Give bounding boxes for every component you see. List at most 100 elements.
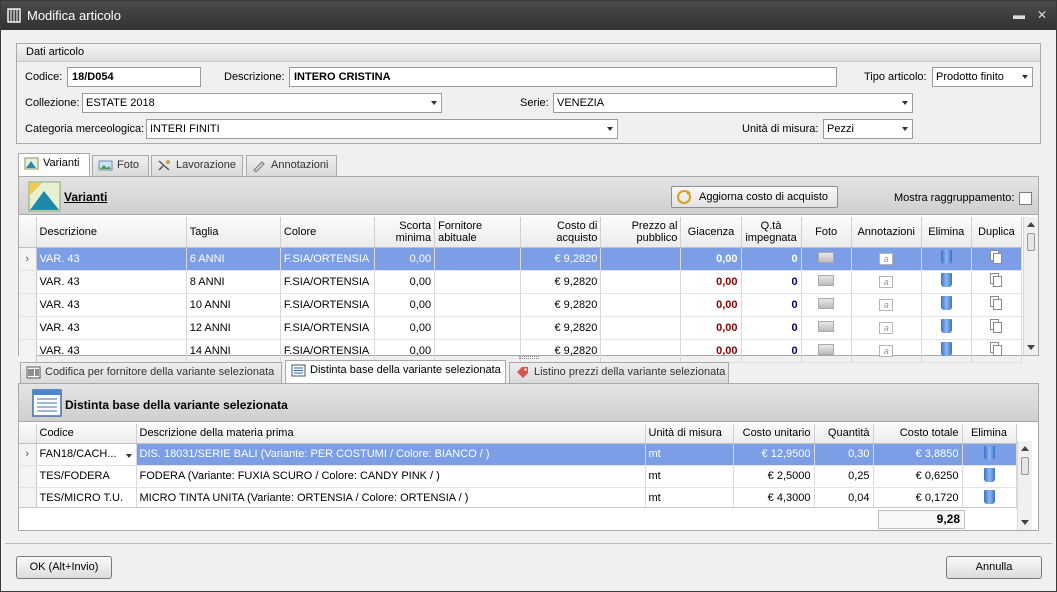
aggiorna-costo-button[interactable]: Aggiorna costo di acquisto (671, 186, 838, 208)
duplicate-icon[interactable] (989, 342, 1003, 356)
cell-duplica[interactable] (971, 316, 1023, 340)
cell-scorta-minima[interactable]: 0,00 (374, 247, 436, 271)
cell-quantita[interactable]: 0,30 (814, 443, 874, 466)
cell-taglia[interactable]: 6 ANNI (186, 247, 281, 271)
splitter-grip[interactable] (519, 356, 539, 359)
variante-row[interactable]: VAR. 43 12 ANNI F.SIA/ORTENSIA 0,00 € 9,2820… (19, 316, 1023, 340)
scroll-up-icon[interactable] (1027, 222, 1035, 227)
col-descrizione-materia[interactable]: Descrizione della materia prima (136, 424, 646, 444)
note-icon[interactable]: a (879, 252, 894, 265)
trash-icon[interactable] (940, 250, 952, 264)
cell-quantita[interactable]: 0,04 (814, 487, 874, 510)
cell-descrizione-materia[interactable]: FODERA (Variante: FUXIA SCURO / Colore: … (136, 465, 646, 488)
mostra-raggruppamento-checkbox[interactable] (1019, 192, 1032, 205)
cell-costo-acquisto[interactable]: € 9,2820 (520, 247, 602, 271)
note-icon[interactable]: a (879, 298, 894, 311)
tab-listino-prezzi[interactable]: Listino prezzi della variante selezionat… (509, 362, 729, 383)
cell-scorta-minima[interactable]: 0,00 (374, 293, 436, 317)
duplicate-icon[interactable] (989, 319, 1003, 333)
cell-costo-unitario[interactable]: € 4,3000 (733, 487, 815, 510)
cell-descrizione-materia[interactable]: MICRO TINTA UNITA (Variante: ORTENSIA / … (136, 487, 646, 510)
descrizione-field[interactable]: INTERO CRISTINA (289, 67, 837, 87)
trash-icon[interactable] (940, 273, 952, 287)
cell-fornitore[interactable] (434, 293, 522, 317)
cell-foto[interactable] (801, 339, 852, 363)
cell-annotazioni[interactable]: a (851, 270, 922, 294)
cell-foto[interactable] (801, 247, 852, 271)
distinta-scrollbar[interactable] (1017, 441, 1032, 530)
annulla-button[interactable]: Annulla (946, 556, 1042, 579)
cell-colore[interactable]: F.SIA/ORTENSIA (280, 247, 376, 271)
cell-descrizione[interactable]: VAR. 43 (36, 339, 187, 363)
tab-annotazioni[interactable]: Annotazioni (246, 155, 337, 176)
col-descrizione[interactable]: Descrizione (36, 217, 187, 248)
variante-row[interactable]: › VAR. 43 6 ANNI F.SIA/ORTENSIA 0,00 € 9,2820… (19, 247, 1023, 271)
photo-icon[interactable] (818, 274, 835, 286)
cell-elimina-materia[interactable] (962, 465, 1017, 488)
cell-colore[interactable]: F.SIA/ORTENSIA (280, 270, 376, 294)
cell-elimina[interactable] (921, 339, 972, 363)
col-costo-unitario[interactable]: Costo unitario (733, 424, 815, 444)
trash-icon[interactable] (983, 445, 995, 460)
trash-icon[interactable] (983, 467, 995, 482)
cell-taglia[interactable]: 14 ANNI (186, 339, 281, 363)
photo-icon[interactable] (818, 343, 835, 355)
col-quantita[interactable]: Quantità (814, 424, 874, 444)
cell-duplica[interactable] (971, 293, 1023, 317)
row-indicator[interactable] (19, 293, 37, 317)
col-elimina-materia[interactable]: Elimina (962, 424, 1017, 444)
cell-costo-unitario[interactable]: € 12,9500 (733, 443, 815, 466)
cell-annotazioni[interactable]: a (851, 293, 922, 317)
cell-descrizione[interactable]: VAR. 43 (36, 316, 187, 340)
col-scorta-minima[interactable]: Scorta minima (374, 217, 436, 248)
note-icon[interactable]: a (879, 344, 894, 357)
tab-lavorazione[interactable]: Lavorazione (151, 155, 243, 176)
cell-colore[interactable]: F.SIA/ORTENSIA (280, 339, 376, 363)
tipo-articolo-select[interactable]: Prodotto finito (932, 67, 1033, 87)
cell-annotazioni[interactable]: a (851, 339, 922, 363)
cell-unita-misura[interactable]: mt (645, 443, 734, 466)
col-fornitore-abituale[interactable]: Fornitore abituale (434, 217, 522, 248)
cell-costo-acquisto[interactable]: € 9,2820 (520, 293, 602, 317)
cell-elimina-materia[interactable] (962, 487, 1017, 510)
cell-descrizione[interactable]: VAR. 43 (36, 270, 187, 294)
cell-scorta-minima[interactable]: 0,00 (374, 339, 436, 363)
duplicate-icon[interactable] (989, 296, 1003, 310)
cell-descrizione-materia[interactable]: DIS. 18031/SERIE BALI (Variante: PER COS… (136, 443, 646, 466)
col-duplica[interactable]: Duplica (971, 217, 1023, 248)
cell-elimina[interactable] (921, 293, 972, 317)
cell-taglia[interactable]: 8 ANNI (186, 270, 281, 294)
note-icon[interactable]: a (879, 321, 894, 334)
cell-descrizione[interactable]: VAR. 43 (36, 293, 187, 317)
photo-icon[interactable] (818, 297, 835, 309)
cell-prezzo-pubblico[interactable] (600, 293, 682, 317)
cell-unita-misura[interactable]: mt (645, 487, 734, 510)
scroll-down-icon[interactable] (1027, 345, 1035, 350)
col-taglia[interactable]: Taglia (186, 217, 281, 248)
tab-foto[interactable]: Foto (92, 155, 149, 176)
cell-foto[interactable] (801, 270, 852, 294)
cell-scorta-minima[interactable]: 0,00 (374, 270, 436, 294)
row-indicator[interactable] (19, 270, 37, 294)
trash-icon[interactable] (940, 342, 952, 356)
col-prezzo-pubblico[interactable]: Prezzo al pubblico (600, 217, 682, 248)
cell-prezzo-pubblico[interactable] (600, 316, 682, 340)
duplicate-icon[interactable] (989, 250, 1003, 264)
col-foto[interactable]: Foto (801, 217, 852, 248)
cell-codice[interactable]: TES/FODERA (36, 465, 137, 488)
cell-elimina-materia[interactable] (962, 443, 1017, 466)
cell-colore[interactable]: F.SIA/ORTENSIA (280, 293, 376, 317)
cell-quantita[interactable]: 0,25 (814, 465, 874, 488)
cell-unita-misura[interactable]: mt (645, 465, 734, 488)
cell-elimina[interactable] (921, 247, 972, 271)
duplicate-icon[interactable] (989, 273, 1003, 287)
cell-duplica[interactable] (971, 270, 1023, 294)
row-indicator[interactable]: › (19, 443, 37, 466)
materia-row[interactable]: › FAN18/CACH... DIS. 18031/SERIE BALI (Var… (19, 443, 1017, 466)
cell-foto[interactable] (801, 316, 852, 340)
collezione-select[interactable]: ESTATE 2018 (82, 93, 442, 113)
variante-row[interactable]: VAR. 43 10 ANNI F.SIA/ORTENSIA 0,00 € 9,2820… (19, 293, 1023, 317)
cell-fornitore[interactable] (434, 339, 522, 363)
cell-elimina[interactable] (921, 316, 972, 340)
tab-distinta-base[interactable]: Distinta base della variante selezionata (285, 360, 506, 383)
